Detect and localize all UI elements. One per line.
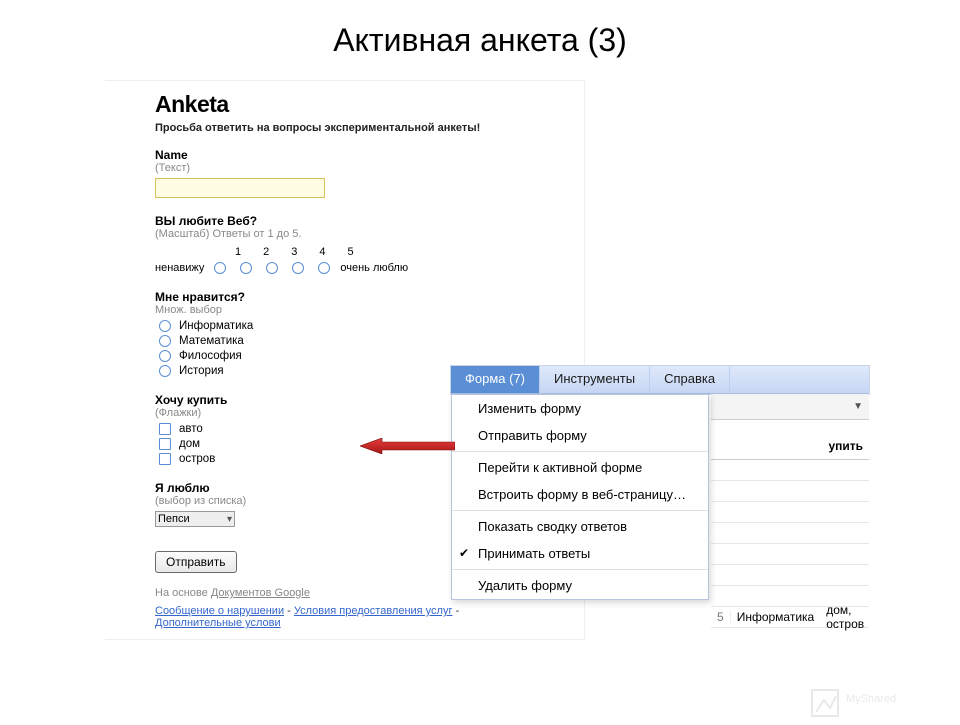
form-title: Anketa	[155, 91, 534, 118]
link-extra[interactable]: Дополнительные услови	[155, 617, 281, 629]
radio-2[interactable]	[240, 262, 252, 274]
footer-docs-link[interactable]: Документов Google	[211, 587, 310, 599]
bg-row-empty	[711, 544, 869, 565]
scale-3: 3	[291, 246, 297, 258]
dd-embed[interactable]: Встроить форму в веб-страницу…	[452, 481, 708, 508]
scale-numbers: 1 2 3 4 5	[235, 246, 534, 258]
bg-row-empty	[711, 481, 869, 502]
radio-4[interactable]	[292, 262, 304, 274]
q3-hint: Множ. выбор	[155, 304, 534, 316]
like-opt-4: История	[179, 365, 224, 377]
scale-left-label: ненавижу	[155, 262, 204, 274]
like-opt-4-radio[interactable]	[159, 365, 171, 377]
like-opt-1-radio[interactable]	[159, 320, 171, 332]
q2-label: ВЫ любите Веб?	[155, 214, 534, 228]
chevron-down-icon: ▾	[227, 514, 232, 525]
scale-row: ненавижу очень люблю	[155, 262, 534, 274]
bg-table: ▼ упить 5 Информатика дом, остров	[711, 394, 869, 628]
love-select[interactable]: Пепси ▾	[155, 511, 235, 527]
menu-tools[interactable]: Инструменты	[540, 366, 650, 393]
toolbar-row: ▼	[711, 394, 869, 420]
row-num: 5	[711, 610, 731, 624]
bg-row-empty	[711, 502, 869, 523]
check-icon: ✔	[459, 546, 469, 560]
arrow-annotation	[360, 438, 455, 454]
menu-overlay: Форма (7) Инструменты Справка ▼ упить 5 …	[450, 365, 870, 395]
submit-button[interactable]: Отправить	[155, 551, 237, 573]
scale-right-label: очень люблю	[340, 262, 408, 274]
footer-prefix: На основе	[155, 587, 211, 599]
buy-opt-1-check[interactable]	[159, 423, 171, 435]
link-abuse[interactable]: Сообщение о нарушении	[155, 605, 284, 617]
scale-1: 1	[235, 246, 241, 258]
buy-opt-3: остров	[179, 453, 215, 465]
scale-4: 4	[319, 246, 325, 258]
scale-5: 5	[348, 246, 354, 258]
like-opt-2: Математика	[179, 335, 244, 347]
q1-hint: (Текст)	[155, 162, 534, 174]
dd-summary[interactable]: Показать сводку ответов	[452, 513, 708, 540]
q1-label: Name	[155, 148, 534, 162]
q2-hint: (Масштаб) Ответы от 1 до 5.	[155, 228, 534, 240]
radio-5[interactable]	[318, 262, 330, 274]
dd-goto-active[interactable]: Перейти к активной форме	[452, 454, 708, 481]
menu-bar: Форма (7) Инструменты Справка	[451, 366, 869, 394]
q3-label: Мне нравится?	[155, 290, 534, 304]
svg-text:MyShared: MyShared	[846, 693, 896, 705]
bg-row-empty	[711, 523, 869, 544]
love-selected: Пепси	[158, 513, 190, 525]
form-dropdown: Изменить форму Отправить форму Перейти к…	[451, 394, 709, 600]
radio-1[interactable]	[214, 262, 226, 274]
like-opt-2-radio[interactable]	[159, 335, 171, 347]
dash: -	[287, 605, 294, 617]
like-opt-3-radio[interactable]	[159, 350, 171, 362]
col-buy-header: упить	[822, 439, 869, 453]
buy-opt-3-check[interactable]	[159, 453, 171, 465]
radio-3[interactable]	[266, 262, 278, 274]
question-like: Мне нравится? Множ. выбор Информатика Ма…	[155, 290, 534, 377]
bg-row-empty	[711, 460, 869, 481]
bg-row-data: 5 Информатика дом, остров	[711, 607, 869, 628]
row-buy: дом, остров	[820, 603, 870, 631]
slide-title: Активная анкета (3)	[0, 0, 960, 77]
content-area: Anketa Просьба ответить на вопросы экспе…	[105, 80, 875, 700]
bg-row-empty	[711, 565, 869, 586]
buy-opt-2-check[interactable]	[159, 438, 171, 450]
watermark: MyShared	[810, 684, 960, 720]
form-subtitle: Просьба ответить на вопросы эксперимента…	[155, 122, 534, 134]
dd-send-form[interactable]: Отправить форму	[452, 422, 708, 449]
dash: -	[456, 605, 460, 617]
scale-2: 2	[263, 246, 269, 258]
buy-opt-1: авто	[179, 423, 203, 435]
like-opt-1: Информатика	[179, 320, 253, 332]
dd-edit-form[interactable]: Изменить форму	[452, 395, 708, 422]
dropdown-arrow-icon[interactable]: ▼	[853, 401, 863, 412]
name-input[interactable]	[155, 178, 325, 198]
menu-help[interactable]: Справка	[650, 366, 730, 393]
link-terms[interactable]: Условия предоставления услуг	[294, 605, 453, 617]
dd-accept-label: Принимать ответы	[478, 546, 590, 561]
footer-links: Сообщение о нарушении - Условия предоста…	[155, 605, 534, 629]
question-web: ВЫ любите Веб? (Масштаб) Ответы от 1 до …	[155, 214, 534, 274]
buy-opt-2: дом	[179, 438, 200, 450]
dd-delete[interactable]: Удалить форму	[452, 572, 708, 599]
row-subject: Информатика	[731, 610, 821, 624]
like-opt-3: Философия	[179, 350, 242, 362]
bg-header: упить	[711, 420, 869, 460]
dd-accept[interactable]: ✔ Принимать ответы	[452, 540, 708, 567]
question-name: Name (Текст)	[155, 148, 534, 198]
menu-form[interactable]: Форма (7)	[451, 366, 540, 393]
